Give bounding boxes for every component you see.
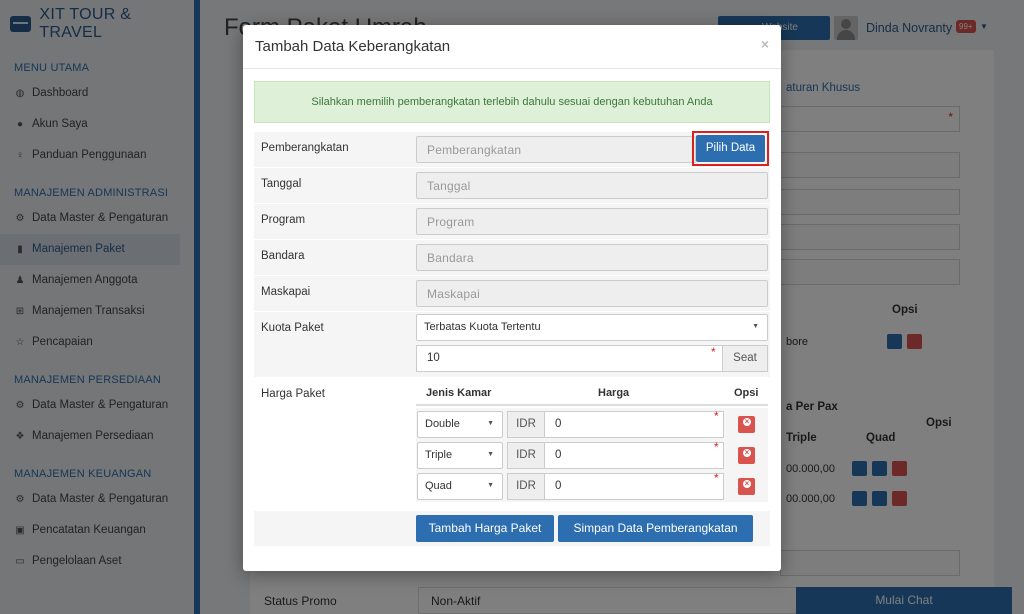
row-maskapai: Maskapai Maskapai [254, 275, 770, 311]
harga-input[interactable]: 0 [544, 473, 724, 500]
maskapai-input[interactable]: Maskapai [416, 280, 768, 307]
label-harga: Harga Paket [261, 388, 325, 400]
col-opsi: Opsi [734, 387, 759, 399]
program-input[interactable]: Program [416, 208, 768, 235]
kuota-select-value: Terbatas Kuota Tertentu [424, 321, 541, 333]
bandara-input[interactable]: Bandara [416, 244, 768, 271]
harga-table-header: Jenis Kamar Harga Opsi [416, 380, 768, 406]
info-alert: Silahkan memilih pemberangkatan terlebih… [254, 81, 770, 123]
jenis-kamar-select[interactable]: Double ▼ [417, 411, 503, 438]
currency-addon: IDR [507, 442, 545, 469]
harga-input[interactable]: 0 [544, 411, 724, 438]
modal-tambah-keberangkatan: Tambah Data Keberangkatan × Silahkan mem… [243, 25, 781, 571]
pilih-data-button[interactable]: Pilih Data [692, 131, 769, 166]
jenis-kamar-select[interactable]: Triple ▼ [417, 442, 503, 469]
jenis-kamar-value: Quad [425, 480, 452, 492]
jenis-kamar-select[interactable]: Quad ▼ [417, 473, 503, 500]
label-program: Program [261, 214, 306, 226]
jenis-kamar-value: Double [425, 418, 460, 430]
chevron-down-icon: ▼ [752, 323, 759, 330]
delete-row-button[interactable] [738, 416, 755, 433]
kuota-input[interactable]: 10 [416, 345, 723, 372]
label-bandara: Bandara [261, 250, 305, 262]
simpan-button[interactable]: Simpan Data Pemberangkatan [558, 515, 753, 542]
modal-header: Tambah Data Keberangkatan × [243, 25, 781, 69]
label-kuota: Kuota Paket [261, 322, 324, 334]
required-mark: * [714, 440, 719, 454]
currency-addon: IDR [507, 411, 545, 438]
row-actions: Tambah Harga Paket Simpan Data Pemberang… [254, 510, 770, 546]
required-mark: * [711, 345, 716, 359]
seat-addon: Seat [722, 345, 768, 372]
label-tanggal: Tanggal [261, 178, 302, 190]
pemberangkatan-input[interactable]: Pemberangkatan [416, 136, 696, 163]
harga-table-body: Double ▼ IDR 0 * Triple ▼ IDR 0 * Quad ▼ ID… [416, 408, 768, 502]
tanggal-input[interactable]: Tanggal [416, 172, 768, 199]
chevron-down-icon: ▼ [487, 482, 494, 489]
col-harga: Harga [598, 387, 630, 399]
required-mark: * [714, 409, 719, 423]
pilih-data-label: Pilih Data [696, 135, 765, 162]
modal-title: Tambah Data Keberangkatan [255, 38, 451, 55]
close-icon[interactable]: × [761, 36, 769, 52]
chevron-down-icon: ▼ [487, 451, 494, 458]
jenis-kamar-value: Triple [425, 449, 453, 461]
row-bandara: Bandara Bandara [254, 239, 770, 275]
row-program: Program Program [254, 203, 770, 239]
chevron-down-icon: ▼ [487, 420, 494, 427]
required-mark: * [714, 471, 719, 485]
tambah-harga-button[interactable]: Tambah Harga Paket [416, 515, 554, 542]
currency-addon: IDR [507, 473, 545, 500]
row-tanggal: Tanggal Tanggal [254, 167, 770, 203]
col-jenis-kamar: Jenis Kamar [426, 387, 492, 399]
delete-row-button[interactable] [738, 478, 755, 495]
label-pemberangkatan: Pemberangkatan [261, 142, 349, 154]
label-maskapai: Maskapai [261, 286, 311, 298]
harga-input[interactable]: 0 [544, 442, 724, 469]
delete-row-button[interactable] [738, 447, 755, 464]
row-kuota: Kuota Paket Terbatas Kuota Tertentu ▼ 10… [254, 311, 770, 377]
kuota-select[interactable]: Terbatas Kuota Tertentu ▼ [416, 314, 768, 341]
